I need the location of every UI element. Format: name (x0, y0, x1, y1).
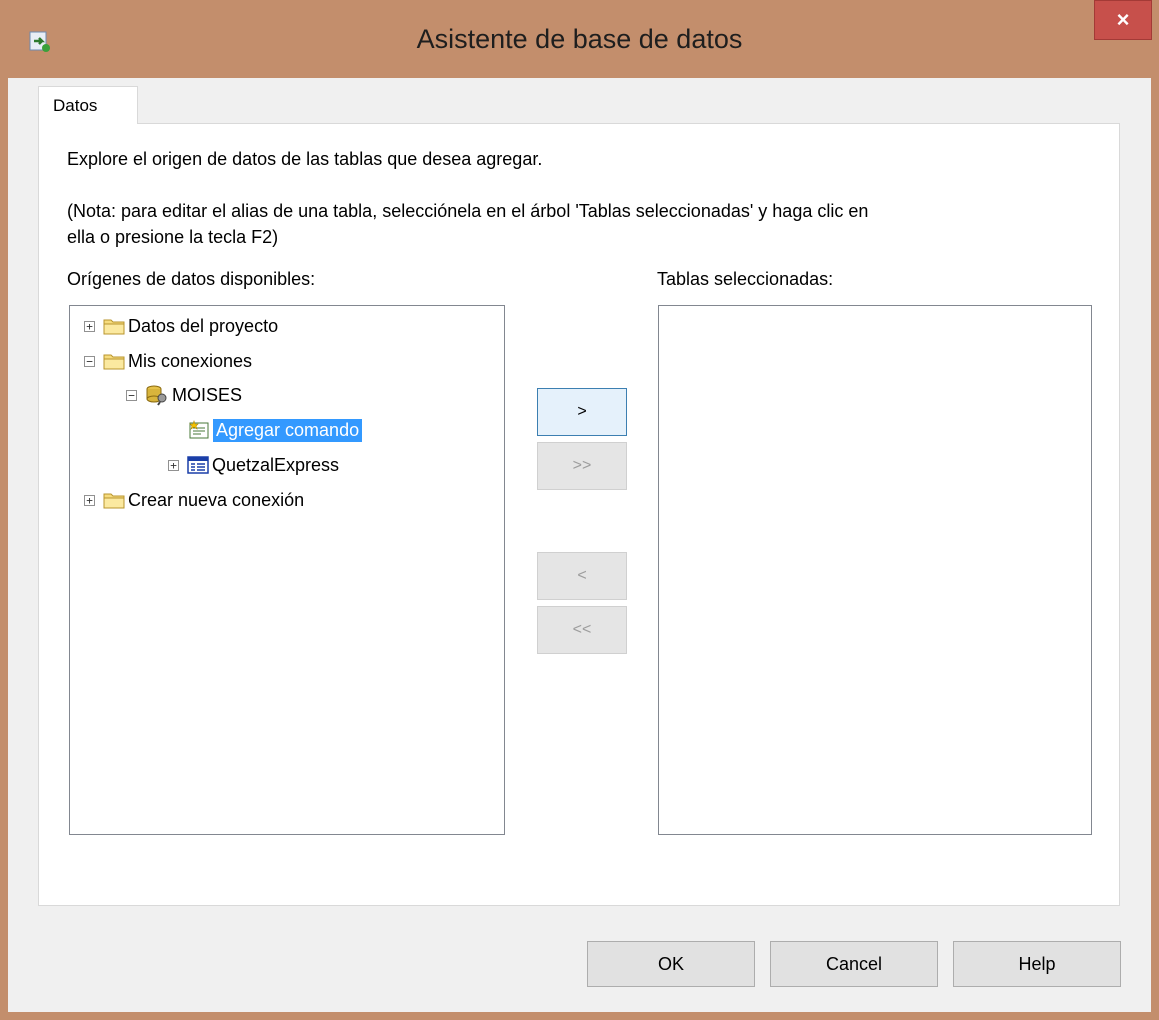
tree-item-label: Datos del proyecto (128, 315, 279, 336)
window-title: Asistente de base de datos (416, 24, 743, 54)
instruction-text: Explore el origen de datos de las tablas… (67, 149, 543, 169)
title-bar[interactable]: Asistente de base de datos × (0, 0, 1159, 78)
folder-icon (103, 354, 125, 370)
folder-icon (103, 493, 125, 509)
add-all-tables-button[interactable]: >> (537, 442, 627, 490)
remove-table-button[interactable]: < (537, 552, 627, 600)
close-button[interactable]: × (1094, 0, 1152, 40)
tree-item-mis-conexiones[interactable]: − Mis conexiones (84, 347, 252, 375)
tree-item-label: QuetzalExpress (212, 454, 340, 475)
database-wizard-window: Asistente de base de datos × Datos Explo… (0, 0, 1159, 1020)
tree-item-label: Mis conexiones (128, 350, 253, 371)
tree-item-moises[interactable]: − MOISES (126, 381, 242, 409)
expand-plus-icon[interactable]: + (84, 320, 95, 332)
tab-label: Datos (53, 95, 98, 115)
close-icon: × (1116, 7, 1130, 32)
tab-datos[interactable]: Datos (38, 86, 138, 124)
tree-item-label-selected: Agregar comando (213, 418, 363, 442)
add-command-icon (189, 420, 209, 439)
ok-button[interactable]: OK (587, 941, 755, 987)
note-text-line2: ella o presione la tecla F2) (67, 227, 279, 247)
database-table-icon (187, 456, 209, 474)
note-text-line1: (Nota: para editar el alias de una tabla… (67, 201, 869, 221)
selected-tables-tree[interactable] (658, 305, 1092, 835)
selected-tables-label: Tablas seleccionadas: (657, 269, 834, 289)
available-sources-tree[interactable]: + Datos del proyecto − Mis conexiones − … (69, 305, 505, 835)
tree-item-label: MOISES (172, 384, 243, 405)
expand-plus-icon[interactable]: + (168, 459, 179, 471)
database-connection-icon (146, 385, 167, 406)
collapse-minus-icon[interactable]: − (126, 389, 137, 401)
cancel-button[interactable]: Cancel (770, 941, 938, 987)
tree-item-quetzalexpress[interactable]: + QuetzalExpress (168, 451, 339, 479)
add-table-button[interactable]: > (537, 388, 627, 436)
collapse-minus-icon[interactable]: − (84, 355, 95, 367)
tree-item-agregar-comando[interactable]: Agregar comando (188, 416, 363, 444)
tab-panel-datos: Explore el origen de datos de las tablas… (38, 123, 1120, 906)
folder-icon (103, 319, 125, 335)
dialog-client-area: Datos Explore el origen de datos de las … (8, 78, 1151, 1012)
available-sources-label: Orígenes de datos disponibles: (67, 269, 316, 289)
tree-item-crear-nueva-conexion[interactable]: + Crear nueva conexión (84, 486, 304, 514)
tree-item-label: Crear nueva conexión (128, 489, 305, 510)
expand-plus-icon[interactable]: + (84, 494, 95, 506)
help-button[interactable]: Help (953, 941, 1121, 987)
tree-item-datos-del-proyecto[interactable]: + Datos del proyecto (84, 312, 278, 340)
remove-all-tables-button[interactable]: << (537, 606, 627, 654)
